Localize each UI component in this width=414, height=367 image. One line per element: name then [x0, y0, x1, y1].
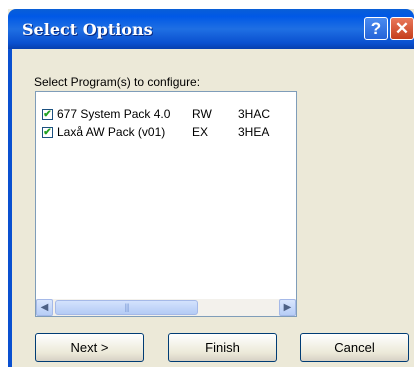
- list-item[interactable]: ✔ Laxå AW Pack (v01) EX 3HEA: [42, 125, 292, 141]
- scroll-left-icon[interactable]: ◀: [36, 299, 53, 316]
- dialog-title: Select Options: [22, 20, 153, 39]
- program-list[interactable]: ✔ 677 System Pack 4.0 RW 3HAC ✔ Laxå AW …: [35, 91, 297, 317]
- program-code: 3HAC: [238, 107, 271, 121]
- list-item[interactable]: ✔ 677 System Pack 4.0 RW 3HAC: [42, 107, 292, 123]
- program-code: 3HEA: [238, 125, 270, 139]
- checkbox[interactable]: ✔: [42, 109, 53, 120]
- close-button[interactable]: ✕: [390, 17, 414, 40]
- program-name: Laxå AW Pack (v01): [57, 125, 166, 139]
- help-button[interactable]: ?: [364, 17, 388, 40]
- checkbox[interactable]: ✔: [42, 127, 53, 138]
- next-button[interactable]: Next >: [35, 333, 144, 362]
- cancel-button[interactable]: Cancel: [300, 333, 409, 362]
- prompt-label: Select Program(s) to configure:: [34, 75, 201, 89]
- program-mode: EX: [192, 125, 209, 139]
- scroll-thumb[interactable]: |||: [55, 300, 198, 315]
- program-mode: RW: [192, 107, 212, 121]
- title-bar[interactable]: Select Options ? ✕: [8, 9, 414, 49]
- dialog-window: Select Options ? ✕ Select Program(s) to …: [8, 9, 414, 367]
- program-name: 677 System Pack 4.0: [57, 107, 171, 121]
- scroll-right-icon[interactable]: ▶: [279, 299, 296, 316]
- horizontal-scrollbar[interactable]: ◀ ||| ▶: [36, 299, 296, 316]
- window-frame-left: [8, 49, 12, 367]
- finish-button[interactable]: Finish: [168, 333, 277, 362]
